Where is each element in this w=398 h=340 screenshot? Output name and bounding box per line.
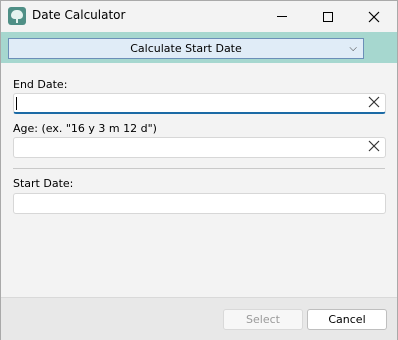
tree-icon [8, 7, 26, 25]
maximize-icon [323, 11, 333, 22]
age-field[interactable] [13, 137, 386, 158]
clear-x-icon[interactable] [368, 140, 380, 156]
chevron-down-icon: ⌵ [349, 43, 357, 54]
close-icon [368, 11, 380, 22]
age-label: Age: (ex. "16 y 3 m 12 d") [13, 122, 157, 135]
mode-select[interactable]: Calculate Start Date ⌵ [8, 38, 364, 59]
text-caret [16, 97, 17, 110]
mode-banner: Calculate Start Date ⌵ [1, 32, 397, 63]
close-button[interactable] [351, 1, 397, 32]
mode-select-value: Calculate Start Date [130, 42, 242, 55]
title-bar: Date Calculator [1, 1, 397, 32]
date-calculator-window: Date Calculator Calculate Start Date ⌵ E… [0, 0, 398, 340]
select-button[interactable]: Select [223, 309, 303, 330]
minimize-icon [277, 16, 287, 17]
minimize-button[interactable] [259, 1, 305, 32]
cancel-button[interactable]: Cancel [307, 309, 387, 330]
footer-bar: Select Cancel [1, 297, 397, 340]
start-date-field [13, 193, 386, 214]
end-date-label: End Date: [13, 78, 68, 91]
section-divider [13, 168, 385, 169]
window-title: Date Calculator [32, 8, 126, 22]
dialog-body: Calculate Start Date ⌵ End Date: Age: (e… [1, 32, 397, 297]
end-date-field[interactable] [13, 93, 386, 114]
maximize-button[interactable] [305, 1, 351, 32]
start-date-label: Start Date: [13, 177, 74, 190]
clear-x-icon[interactable] [368, 96, 380, 112]
